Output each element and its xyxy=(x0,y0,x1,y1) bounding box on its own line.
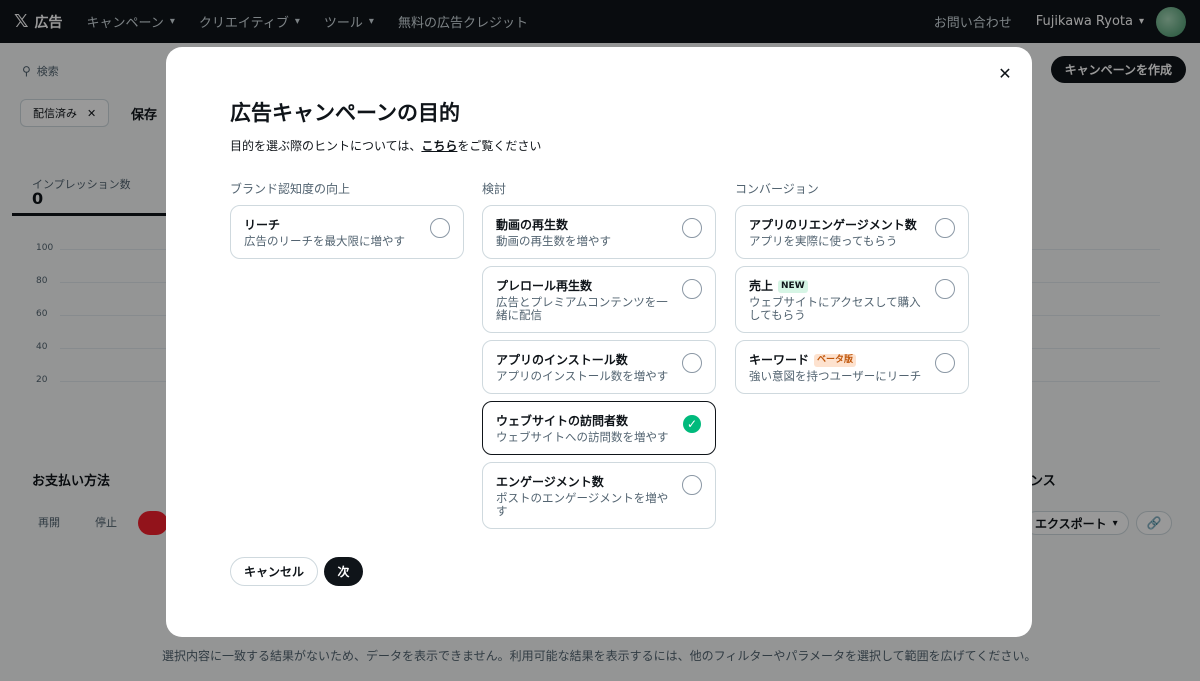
objective-title: 動画の再生数 xyxy=(496,217,675,233)
objective-desc: 広告のリーチを最大限に増やす xyxy=(244,234,405,248)
objective-card-app-reengagement[interactable]: アプリのリエンゲージメント数 アプリを実際に使ってもらう xyxy=(735,205,969,259)
cancel-button[interactable]: キャンセル xyxy=(230,557,319,586)
next-button[interactable]: 次 xyxy=(324,557,363,586)
objective-desc: アプリのインストール数を増やす xyxy=(496,369,669,383)
radio-button[interactable] xyxy=(682,475,702,495)
hint-prefix: 目的を選ぶ際のヒントについては、 xyxy=(230,139,422,153)
modal-hint: 目的を選ぶ際のヒントについては、こちらをご覧ください xyxy=(230,137,541,154)
radio-button[interactable] xyxy=(935,279,955,299)
radio-button[interactable] xyxy=(682,218,702,238)
column-title: コンバージョン xyxy=(735,182,819,196)
objective-title-text: リーチ xyxy=(244,218,281,232)
objective-desc: ウェブサイトにアクセスして購入してもらう xyxy=(749,295,921,322)
objective-card-app-installs[interactable]: アプリのインストール数 アプリのインストール数を増やす xyxy=(482,340,716,394)
objective-title: リーチ xyxy=(244,217,423,233)
objective-title-text: エンゲージメント数 xyxy=(496,475,604,489)
objective-card-preroll[interactable]: プレロール再生数 広告とプレミアムコンテンツを一緒に配信 xyxy=(482,266,716,333)
new-badge: NEW xyxy=(778,279,808,293)
objective-desc: ウェブサイトへの訪問数を増やす xyxy=(496,430,669,444)
objective-title: プレロール再生数 xyxy=(496,278,675,294)
radio-button[interactable] xyxy=(935,218,955,238)
objective-title-text: アプリのインストール数 xyxy=(496,353,628,367)
objective-title-text: 売上 xyxy=(749,279,774,293)
close-icon[interactable]: ✕ xyxy=(995,63,1015,83)
objective-title: アプリのリエンゲージメント数 xyxy=(749,217,928,233)
objective-title: エンゲージメント数 xyxy=(496,474,675,490)
objective-column-consideration: 検討 動画の再生数 動画の再生数を増やす プレロール再生数 広告とプレミアムコン… xyxy=(482,181,716,536)
objective-card-video-views[interactable]: 動画の再生数 動画の再生数を増やす xyxy=(482,205,716,259)
radio-button[interactable] xyxy=(430,218,450,238)
objective-title: 売上 NEW xyxy=(749,278,928,294)
modal-title: 広告キャンペーンの目的 xyxy=(230,101,460,125)
hint-suffix: をご覧ください xyxy=(457,139,542,153)
radio-button[interactable] xyxy=(682,353,702,373)
objective-desc: 動画の再生数を増やす xyxy=(496,234,611,248)
objective-card-engagements[interactable]: エンゲージメント数 ポストのエンゲージメントを増やす xyxy=(482,462,716,529)
objective-card-keywords[interactable]: キーワード ベータ版 強い意図を持つユーザーにリーチ xyxy=(735,340,969,394)
beta-badge: ベータ版 xyxy=(814,353,857,367)
hint-link[interactable]: こちら xyxy=(421,139,457,153)
objective-modal: ✕ 広告キャンペーンの目的 目的を選ぶ際のヒントについては、こちらをご覧ください… xyxy=(166,47,1032,637)
objective-desc: ポストのエンゲージメントを増やす xyxy=(496,491,669,518)
column-title: 検討 xyxy=(482,182,507,196)
radio-button[interactable] xyxy=(935,353,955,373)
objective-title-text: ウェブサイトの訪問者数 xyxy=(496,414,629,428)
objective-desc: アプリを実際に使ってもらう xyxy=(749,234,898,248)
objective-column-conversion: コンバージョン アプリのリエンゲージメント数 アプリを実際に使ってもらう 売上 … xyxy=(735,181,969,401)
objective-title-text: アプリのリエンゲージメント数 xyxy=(749,218,917,232)
objective-title: ウェブサイトの訪問者数 xyxy=(496,413,675,429)
objective-title: キーワード ベータ版 xyxy=(749,352,928,368)
objective-card-sales[interactable]: 売上 NEW ウェブサイトにアクセスして購入してもらう xyxy=(735,266,969,333)
column-title: ブランド認知度の向上 xyxy=(230,182,351,196)
radio-button[interactable] xyxy=(682,279,702,299)
objective-column-awareness: ブランド認知度の向上 リーチ 広告のリーチを最大限に増やす xyxy=(230,181,464,266)
objective-title: アプリのインストール数 xyxy=(496,352,675,368)
radio-checked-icon[interactable]: ✓ xyxy=(683,415,701,433)
objective-title-text: 動画の再生数 xyxy=(496,218,569,232)
objective-desc: 強い意図を持つユーザーにリーチ xyxy=(749,369,922,383)
objective-title-text: キーワード xyxy=(749,353,810,367)
objective-desc: 広告とプレミアムコンテンツを一緒に配信 xyxy=(496,295,668,322)
objective-card-website-visits[interactable]: ウェブサイトの訪問者数 ウェブサイトへの訪問数を増やす ✓ xyxy=(482,401,716,455)
objective-card-reach[interactable]: リーチ 広告のリーチを最大限に増やす xyxy=(230,205,464,259)
objective-title-text: プレロール再生数 xyxy=(496,279,593,293)
